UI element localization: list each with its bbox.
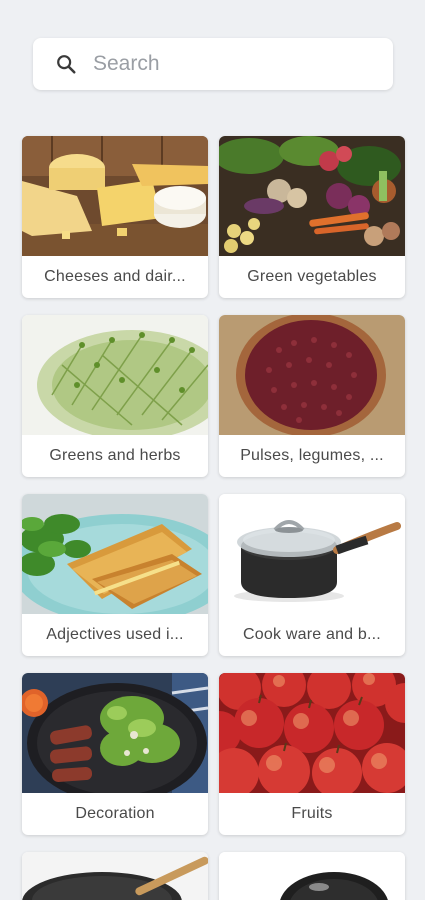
cheeses-image [22, 136, 208, 256]
category-card-decoration[interactable]: Decoration [22, 673, 208, 835]
category-label: Fruits [291, 805, 333, 822]
cookware-image [219, 494, 405, 614]
search-input[interactable] [93, 52, 373, 76]
category-image [22, 852, 208, 900]
greens-and-herbs-image [22, 315, 208, 435]
category-card-cookware[interactable]: Cook ware and b... [219, 494, 405, 656]
category-card-green-vegetables[interactable]: Green vegetables [219, 136, 405, 298]
category-label: Cook ware and b... [243, 626, 381, 643]
category-label: Decoration [75, 805, 155, 822]
category-grid: Cheeses and dair... Green vegetables Gre… [22, 136, 406, 900]
category-card-adjectives[interactable]: Adjectives used i... [22, 494, 208, 656]
search-bar[interactable] [33, 38, 393, 90]
category-label: Green vegetables [247, 268, 377, 285]
category-card-cheeses[interactable]: Cheeses and dair... [22, 136, 208, 298]
category-card-pulses-legumes[interactable]: Pulses, legumes, ... [219, 315, 405, 477]
adjectives-image [22, 494, 208, 614]
category-label: Pulses, legumes, ... [240, 447, 384, 464]
search-icon [57, 55, 76, 74]
category-card-greens-and-herbs[interactable]: Greens and herbs [22, 315, 208, 477]
green-vegetables-image [219, 136, 405, 256]
decoration-image [22, 673, 208, 793]
category-image [219, 852, 405, 900]
category-card-partial[interactable] [22, 852, 208, 900]
category-label: Adjectives used i... [46, 626, 184, 643]
pulses-legumes-image [219, 315, 405, 435]
category-card-partial[interactable] [219, 852, 405, 900]
category-card-fruits[interactable]: Fruits [219, 673, 405, 835]
category-label: Greens and herbs [49, 447, 181, 464]
category-label: Cheeses and dair... [44, 268, 186, 285]
fruits-image [219, 673, 405, 793]
